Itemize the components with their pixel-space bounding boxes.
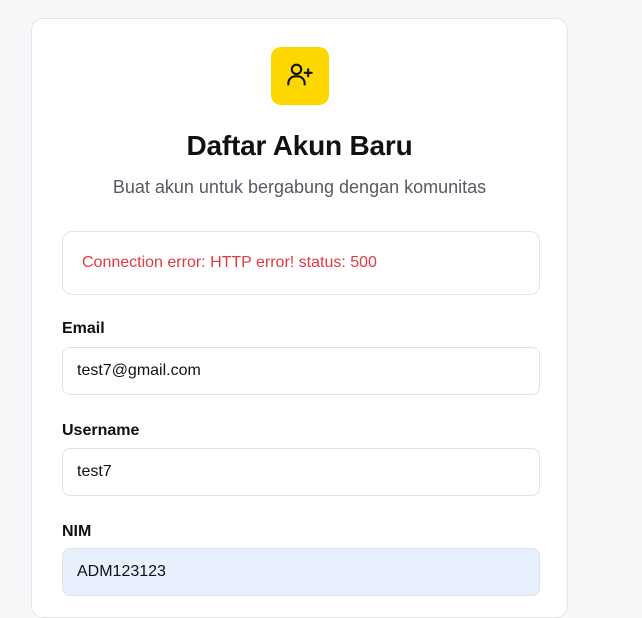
- register-card: Daftar Akun Baru Buat akun untuk bergabu…: [31, 18, 568, 618]
- user-plus-icon: [286, 60, 314, 93]
- nim-label: NIM: [62, 523, 92, 540]
- email-label: Email: [62, 320, 105, 337]
- page-title: Daftar Akun Baru: [186, 130, 413, 161]
- username-field[interactable]: [62, 448, 540, 496]
- page-subtitle: Buat akun untuk bergabung dengan komunit…: [112, 177, 487, 197]
- error-alert: Connection error: HTTP error! status: 50…: [62, 231, 540, 295]
- error-message: Connection error: HTTP error! status: 50…: [82, 254, 377, 271]
- register-logo: [271, 47, 329, 105]
- email-field[interactable]: [62, 347, 540, 395]
- nim-field[interactable]: [62, 548, 540, 596]
- username-label: Username: [62, 422, 140, 439]
